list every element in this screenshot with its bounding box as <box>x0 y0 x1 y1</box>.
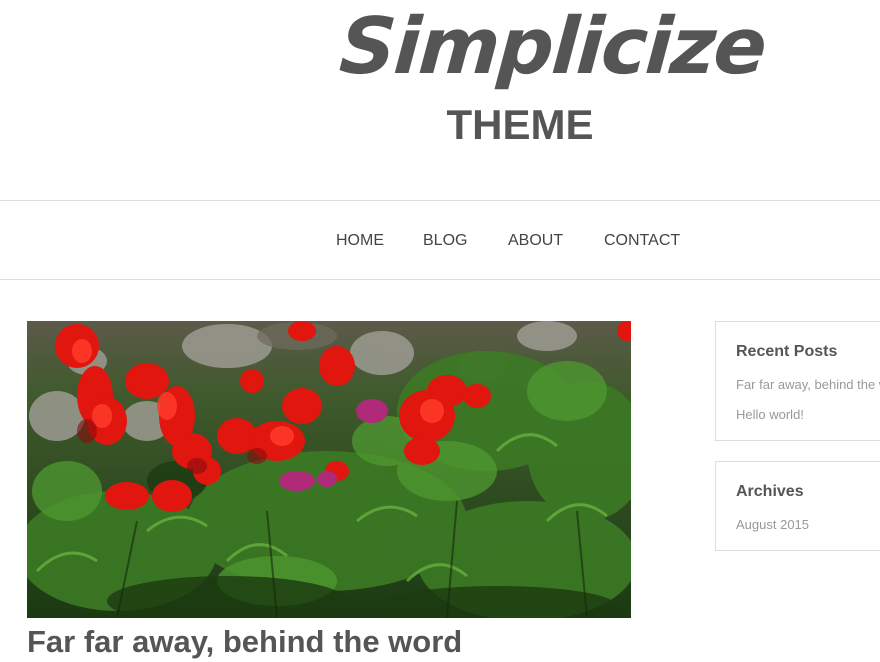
flower-garden-photo <box>27 321 631 618</box>
widget-title-archives: Archives <box>736 483 804 500</box>
nav-item-home[interactable]: HOME <box>336 231 384 251</box>
archives-widget: Archives August 2015 <box>715 461 880 551</box>
nav-item-contact[interactable]: CONTACT <box>604 231 680 251</box>
nav-item-blog[interactable]: BLOG <box>423 231 467 251</box>
recent-posts-widget: Recent Posts Far far away, behind the wo… <box>715 321 880 441</box>
featured-image[interactable] <box>27 321 631 618</box>
post-title[interactable]: Far far away, behind the word <box>27 622 462 662</box>
nav-item-about[interactable]: ABOUT <box>508 231 563 251</box>
main-navigation: HOME BLOG ABOUT CONTACT <box>0 200 880 280</box>
recent-post-link[interactable]: Hello world! <box>736 406 804 424</box>
site-logo[interactable]: Simplicize <box>336 0 768 102</box>
site-logo-subtitle: THEME <box>446 101 594 148</box>
recent-post-link[interactable]: Far far away, behind the word <box>736 376 880 394</box>
archive-link[interactable]: August 2015 <box>736 516 809 534</box>
widget-title-recent-posts: Recent Posts <box>736 343 838 360</box>
site-header: Simplicize THEME <box>0 0 880 200</box>
